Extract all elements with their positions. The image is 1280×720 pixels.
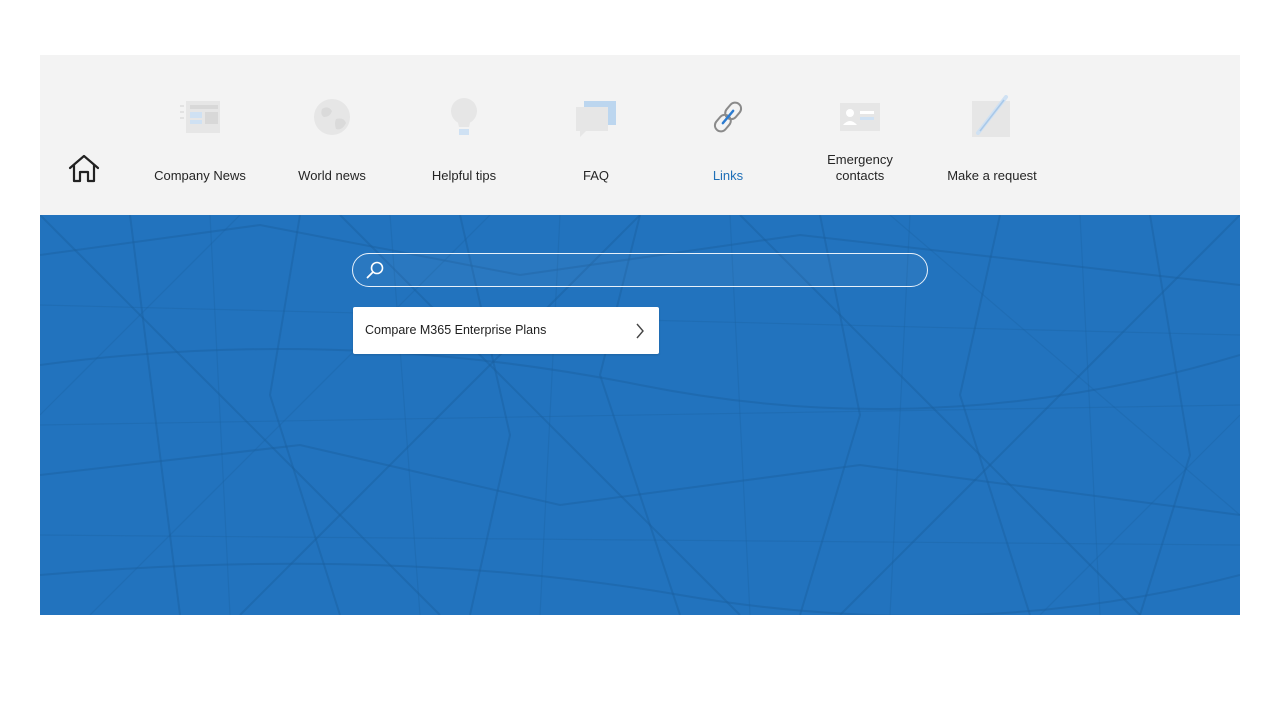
nav-item-helpful-tips[interactable]: Helpful tips bbox=[398, 55, 530, 215]
search-box[interactable] bbox=[352, 253, 928, 287]
newspaper-icon bbox=[180, 101, 220, 133]
link-card-compare-m365[interactable]: Compare M365 Enterprise Plans bbox=[353, 307, 659, 354]
home-button[interactable] bbox=[66, 151, 102, 187]
app-frame: Company News World news Helpful tips FAQ… bbox=[40, 55, 1240, 615]
nav-item-links[interactable]: Links bbox=[662, 55, 794, 215]
nav-item-make-a-request[interactable]: Make a request bbox=[926, 55, 1058, 215]
search-input[interactable] bbox=[393, 257, 917, 285]
globe-icon bbox=[314, 99, 350, 135]
hero-section: Compare M365 Enterprise Plans bbox=[40, 215, 1240, 615]
pencil-icon bbox=[972, 95, 1010, 137]
nav-item-faq[interactable]: FAQ bbox=[530, 55, 662, 215]
contact-card-icon bbox=[840, 103, 880, 131]
chat-bubble-icon bbox=[576, 101, 616, 137]
nav-item-company-news[interactable]: Company News bbox=[134, 55, 266, 215]
nav-item-label: World news bbox=[298, 168, 366, 183]
link-icon bbox=[713, 101, 743, 133]
chevron-right-icon bbox=[636, 323, 644, 339]
top-navigation: Company News World news Helpful tips FAQ… bbox=[40, 55, 1240, 215]
nav-item-label: Links bbox=[712, 168, 744, 183]
link-card-label: Compare M365 Enterprise Plans bbox=[365, 323, 547, 337]
home-icon bbox=[68, 154, 100, 183]
nav-item-label: Company News bbox=[154, 168, 246, 183]
nav-item-label: Helpful tips bbox=[431, 168, 497, 183]
nav-item-label: FAQ bbox=[582, 168, 609, 183]
lightbulb-icon bbox=[451, 98, 477, 135]
nav-item-emergency-contacts[interactable]: Emergency contacts bbox=[794, 55, 926, 215]
nav-item-label: Make a request bbox=[947, 168, 1037, 183]
nav-item-label: Emergency contacts bbox=[827, 152, 893, 183]
search-icon bbox=[366, 261, 384, 279]
nav-item-world-news[interactable]: World news bbox=[266, 55, 398, 215]
